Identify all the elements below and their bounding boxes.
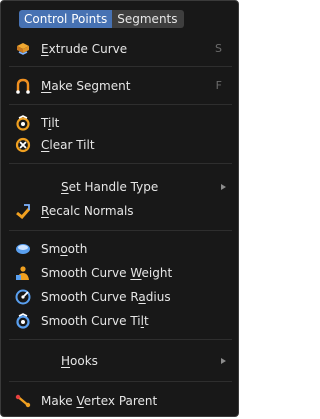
menu-divider	[9, 381, 232, 382]
menu-item-tilt[interactable]: Tilt	[11, 112, 232, 134]
menu-item-label: Make Vertex Parent	[41, 394, 158, 408]
vertex-parent-icon	[15, 394, 31, 408]
menu-item-label: Hooks	[61, 354, 98, 368]
smooth-icon	[16, 244, 30, 254]
menu-item-label: Set Handle Type	[61, 180, 159, 194]
menu-item-set-handle-type[interactable]: Set Handle Type	[11, 176, 232, 198]
menu-divider	[9, 230, 232, 231]
menu-tabs: Control Points Segments	[19, 10, 184, 28]
menu-item-label: Clear Tilt	[41, 138, 95, 152]
menu-item-label: Smooth Curve Tilt	[41, 314, 149, 328]
tab-control-points[interactable]: Control Points	[19, 10, 113, 28]
menu-item-make-segment[interactable]: Make Segment F	[11, 75, 232, 97]
menu-item-clear-tilt[interactable]: Clear Tilt	[11, 134, 232, 156]
menu-item-label: Smooth	[41, 242, 88, 256]
submenu-arrow-icon	[221, 184, 226, 190]
make-segment-icon	[16, 78, 30, 94]
menu-divider	[9, 104, 232, 105]
shortcut-hint: S	[215, 42, 222, 55]
smooth-radius-icon	[15, 289, 31, 305]
menu-divider	[9, 163, 232, 164]
menu-item-smooth-curve-tilt[interactable]: Smooth Curve Tilt	[11, 310, 232, 332]
menu-item-label: Recalc Normals	[41, 204, 134, 218]
menu-item-label: Smooth Curve Weight	[41, 266, 173, 280]
menu-item-make-vertex-parent[interactable]: Make Vertex Parent	[11, 390, 232, 412]
extrude-icon	[17, 43, 29, 55]
menu-item-hooks[interactable]: Hooks	[11, 350, 232, 372]
menu-item-smooth-curve-radius[interactable]: Smooth Curve Radius	[11, 286, 232, 308]
control-points-menu: Control Points Segments Extrude Curve S …	[0, 0, 239, 417]
smooth-weight-icon	[16, 266, 29, 280]
menu-divider	[9, 66, 232, 67]
menu-item-label: Smooth Curve Radius	[41, 290, 171, 304]
menu-item-label: Tilt	[41, 116, 60, 130]
menu-item-recalc-normals[interactable]: Recalc Normals	[11, 200, 232, 222]
menu-item-smooth-curve-weight[interactable]: Smooth Curve Weight	[11, 262, 232, 284]
recalc-normals-icon	[16, 204, 31, 219]
menu-item-extrude-curve[interactable]: Extrude Curve S	[11, 38, 232, 60]
submenu-arrow-icon	[221, 358, 226, 364]
menu-item-label: Make Segment	[41, 79, 131, 93]
menu-divider	[9, 339, 232, 340]
menu-item-label: Extrude Curve	[41, 42, 128, 56]
tilt-icon	[16, 115, 30, 131]
tab-segments[interactable]: Segments	[112, 10, 184, 28]
menu-item-smooth[interactable]: Smooth	[11, 238, 232, 260]
shortcut-hint: F	[215, 79, 222, 92]
clear-tilt-icon	[15, 137, 31, 153]
smooth-tilt-icon	[16, 313, 30, 329]
